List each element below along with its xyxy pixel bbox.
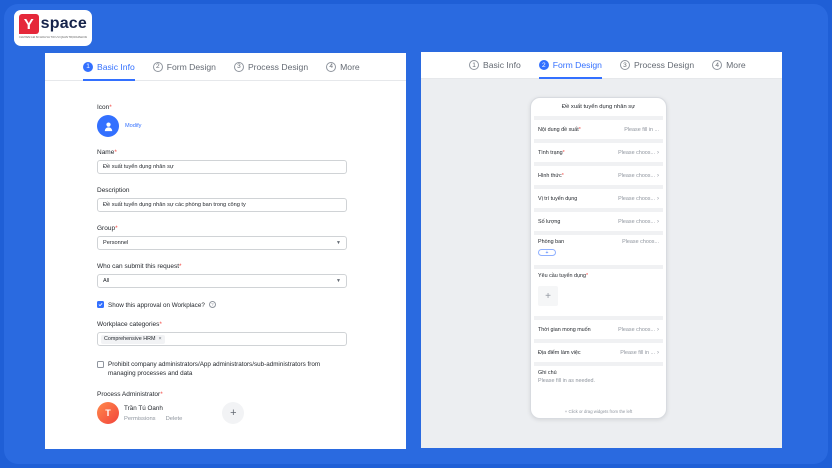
who-can-submit-select[interactable]: All ▼ — [97, 274, 347, 288]
tab-process-design[interactable]: 3 Process Design — [233, 53, 308, 80]
add-widget-hint[interactable]: + Click or drag widgets from the left — [531, 409, 666, 414]
who-can-submit-label: Who can submit this request* — [97, 263, 182, 270]
step-tabs: 1 Basic Info 2 Form Design 3 Process Design… — [45, 53, 406, 81]
tab-form-design[interactable]: 2 Form Design — [152, 53, 216, 80]
yspace-logo: Y space CHUYÊN GIA SỐ HÓA VÀ TỐI ƯU QUẢN… — [14, 10, 92, 46]
logo-mark: Y — [19, 14, 39, 34]
tab-more[interactable]: 4 More — [712, 52, 746, 78]
prohibit-admins-option[interactable]: Prohibit company administrators/App admi… — [97, 360, 347, 378]
workplace-categories-input[interactable]: Comprehensive HRM × — [97, 332, 347, 346]
chevron-right-icon: › — [657, 326, 659, 333]
close-icon[interactable]: × — [159, 336, 162, 342]
caret-down-icon: ▼ — [336, 240, 341, 246]
check-icon — [98, 303, 103, 307]
logo-tagline: CHUYÊN GIA SỐ HÓA VÀ TỐI ƯU QUẢN TRỊ DOA… — [19, 36, 87, 39]
basic-info-panel: 1 Basic Info 2 Form Design 3 Process Design… — [45, 53, 406, 449]
form-field-row[interactable]: Thời gian mong muốn Please choos... › — [534, 320, 663, 343]
add-admin-button[interactable]: + — [222, 402, 245, 424]
name-input[interactable]: Đề xuất tuyển dụng nhân sự — [97, 160, 347, 174]
workplace-categories-label: Workplace categories* — [97, 321, 162, 328]
tab-more[interactable]: 4 More — [326, 53, 360, 80]
form-field-row[interactable]: Nội dung đề xuất* Please fill in ... — [534, 120, 663, 143]
chevron-right-icon: › — [657, 218, 659, 225]
logo-text: space — [40, 15, 87, 32]
chevron-right-icon: › — [657, 172, 659, 179]
description-input[interactable]: Đề xuất tuyển dụng nhân sự các phòng ban… — [97, 198, 347, 212]
form-preview-phone: Đề xuất tuyển dụng nhân sự Nội dung đề x… — [530, 97, 667, 419]
tab-basic-info[interactable]: 1 Basic Info — [83, 53, 135, 81]
form-title: Đề xuất tuyển dụng nhân sự — [534, 98, 663, 120]
description-label: Description — [97, 187, 130, 194]
add-attachment-button[interactable]: + — [538, 286, 558, 306]
yeu-cau-field[interactable]: Yêu cầu tuyển dụng* + — [534, 269, 663, 320]
step-tabs: 1 Basic Info 2 Form Design 3 Process Design… — [421, 52, 782, 79]
ghi-chu-field[interactable]: Ghi chú Please fill in as needed. — [534, 366, 663, 388]
show-on-workplace-option[interactable]: Show this approval on Workplace? ? — [97, 301, 347, 310]
form-field-row[interactable]: Vị trí tuyển dụng Please choos... › — [534, 189, 663, 212]
delete-link[interactable]: Delete — [166, 416, 183, 422]
name-label: Name* — [97, 149, 117, 156]
tab-form-design[interactable]: 2 Form Design — [538, 52, 603, 79]
question-icon[interactable]: ? — [208, 301, 216, 308]
form-design-panel: 1 Basic Info 2 Form Design 3 Process Design… — [421, 52, 782, 448]
show-on-workplace-checkbox[interactable] — [97, 301, 104, 308]
form-field-row[interactable]: Số lượng Please choos... › — [534, 212, 663, 235]
chevron-right-icon: › — [657, 149, 659, 156]
process-admin-label: Process Administrator* — [97, 391, 163, 398]
group-select[interactable]: Personnel ▼ — [97, 236, 347, 250]
admin-name: Trần Tú Oanh — [124, 404, 163, 412]
icon-label: Icon* — [97, 104, 112, 111]
add-department-button[interactable]: + — [538, 249, 556, 256]
caret-down-icon: ▼ — [336, 278, 341, 284]
phong-ban-field[interactable]: Phòng ban Please choos... + — [534, 235, 663, 269]
form-field-row[interactable]: Tình trạng* Please choos... › — [534, 143, 663, 166]
category-chip: Comprehensive HRM × — [101, 334, 165, 344]
approval-icon[interactable] — [97, 115, 119, 137]
tab-process-design[interactable]: 3 Process Design — [619, 52, 694, 78]
tab-basic-info[interactable]: 1 Basic Info — [469, 52, 521, 78]
chevron-right-icon: › — [657, 349, 659, 356]
form-field-row[interactable]: Địa điểm làm việc Please fill in ... › — [534, 343, 663, 366]
group-label: Group* — [97, 225, 118, 232]
person-icon — [104, 122, 112, 131]
permissions-link[interactable]: Permissions — [124, 416, 156, 422]
avatar: T — [97, 402, 119, 424]
prohibit-admins-checkbox[interactable] — [97, 361, 104, 368]
modify-icon-link[interactable]: Modify — [125, 123, 141, 129]
form-field-row[interactable]: Hình thức* Please choos... › — [534, 166, 663, 189]
chevron-right-icon: › — [657, 195, 659, 202]
